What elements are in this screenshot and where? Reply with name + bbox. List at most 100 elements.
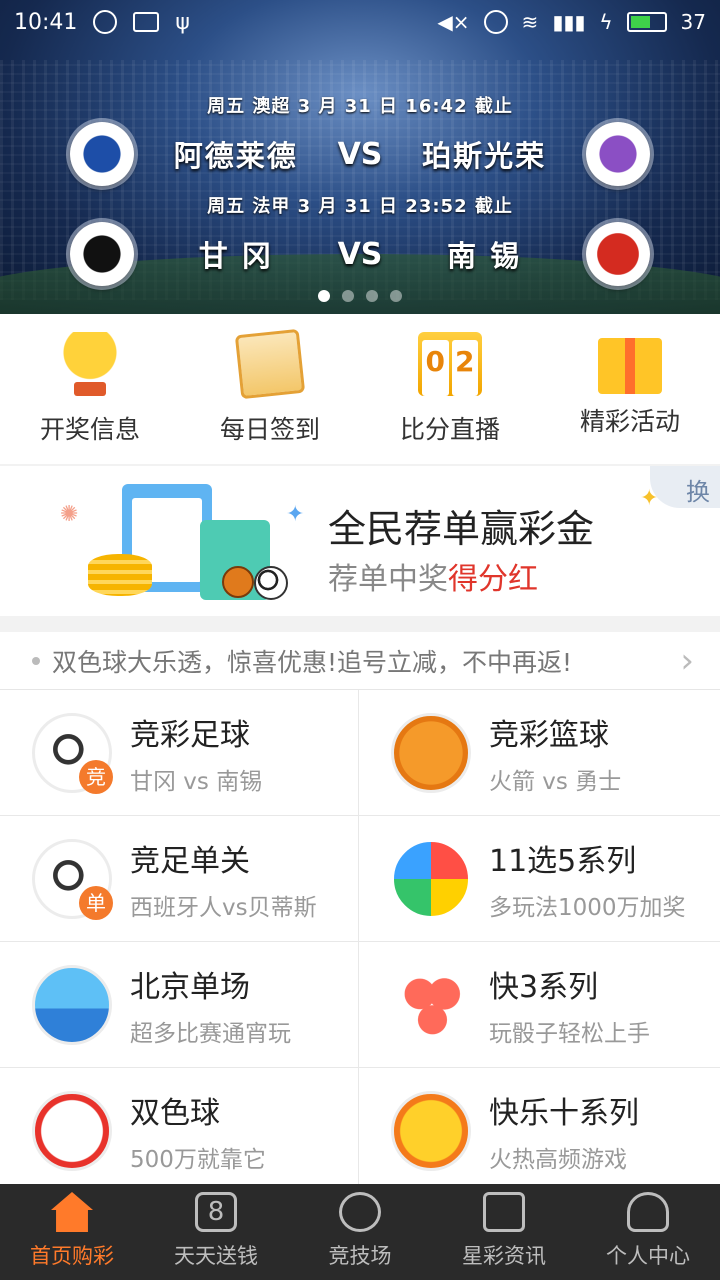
mute-icon: ◀× — [437, 10, 470, 34]
score-right: 2 — [451, 340, 478, 396]
status-bar: 10:41 ψ ◀× ≋ ▮▮▮ ϟ 37 — [0, 0, 720, 44]
user-icon — [627, 1192, 669, 1232]
lottery-subtitle: 玩骰子轻松上手 — [489, 1020, 650, 1047]
home-team: 阿德莱德 — [173, 139, 298, 173]
sign-in-icon — [234, 328, 306, 400]
match-info: 周五 澳超 3 月 31 日 16:42 截止 — [207, 96, 513, 117]
lottery-title: 竞彩篮球 — [489, 717, 609, 753]
image-notification-icon — [133, 12, 160, 32]
tab-profile[interactable]: 个人中心 — [576, 1184, 720, 1280]
adelaide-logo — [70, 122, 134, 186]
notice-bar[interactable]: 双色球大乐透，惊喜优惠!追号立减，不中再返! › — [0, 632, 720, 690]
promo-illustration: ✺ — [60, 484, 300, 604]
quick-item-label: 每日签到 — [219, 415, 320, 444]
quick-item-live-score[interactable]: 0 2 比分直播 — [360, 314, 540, 464]
battery-level: 37 — [680, 10, 706, 34]
coins-icon — [88, 554, 152, 596]
lottery-title: 快3系列 — [489, 969, 599, 1005]
swap-button[interactable]: 换 — [650, 466, 720, 508]
signal-icon: ▮▮▮ — [552, 10, 586, 34]
lottery-subtitle: 甘冈 vs 南锡 — [130, 768, 263, 795]
wifi-icon: ≋ — [521, 10, 539, 34]
away-team: 南 锡 — [447, 239, 522, 273]
lottery-item-11x5[interactable]: 11选5系列 多玩法1000万加奖 — [359, 816, 720, 942]
promo-subtitle-prefix: 荐单中奖 — [328, 562, 448, 597]
soccer-icon — [32, 712, 113, 794]
tab-news[interactable]: 星彩资讯 — [432, 1184, 576, 1280]
tab-label: 星彩资讯 — [462, 1244, 546, 1268]
tab-label: 天天送钱 — [174, 1244, 258, 1268]
news-icon — [483, 1192, 525, 1232]
lottery-title: 竞彩足球 — [130, 717, 250, 753]
bullet-icon — [32, 656, 40, 665]
promo-subtitle-highlight: 得分红 — [448, 562, 538, 597]
quick-item-draw-results[interactable]: 开奖信息 — [0, 314, 180, 464]
status-time: 10:41 — [14, 9, 78, 35]
lottery-item-bjdc[interactable]: 北京单场 超多比赛通宵玩 — [0, 942, 359, 1068]
quick-item-label: 比分直播 — [399, 415, 500, 444]
beijing-single-icon — [32, 964, 112, 1045]
lottery-title: 竞足单关 — [130, 843, 250, 879]
promo-subtitle: 荐单中奖得分红 — [328, 554, 538, 598]
lottery-item-ssq[interactable]: 双色球 500万就靠它 — [0, 1068, 359, 1194]
lottery-title: 11选5系列 — [489, 843, 637, 879]
carousel-dot[interactable] — [366, 290, 378, 302]
promo-banner[interactable]: ✺ ✦ ✦ 全民荐单赢彩金 荐单中奖得分红 换 — [0, 466, 720, 616]
basketball-icon — [222, 566, 254, 598]
lottery-item-kl10[interactable]: 快乐十系列 火热高频游戏 — [359, 1068, 720, 1194]
lottery-title: 快乐十系列 — [489, 1095, 639, 1131]
scoreboard-icon: 0 2 — [418, 332, 482, 396]
carousel-dot[interactable] — [342, 290, 354, 302]
quick-menu: 开奖信息 每日签到 0 2 比分直播 精彩活动 — [0, 314, 720, 464]
carousel-dots — [0, 290, 720, 302]
gift-icon — [598, 338, 662, 394]
lottery-subtitle: 火热高频游戏 — [489, 1146, 627, 1173]
tab-label: 首页购彩 — [30, 1244, 114, 1268]
lottery-subtitle: 500万就靠它 — [130, 1146, 266, 1173]
alarm-icon — [483, 10, 508, 34]
soccer-ball-icon — [254, 566, 288, 600]
match-card[interactable]: 周五 法甲 3 月 31 日 23:52 截止 甘 冈 VS 南 锡 — [70, 192, 650, 286]
check-circle-icon — [93, 10, 118, 34]
match-banner[interactable]: 10:41 ψ ◀× ≋ ▮▮▮ ϟ 37 周五 澳超 3 月 31 日 16:… — [0, 0, 720, 314]
home-icon — [51, 1192, 93, 1232]
carousel-dot[interactable] — [318, 290, 330, 302]
lottery-subtitle: 多玩法1000万加奖 — [489, 894, 686, 921]
lottery-subtitle: 西班牙人vs贝蒂斯 — [130, 894, 317, 921]
chevron-right-icon: › — [680, 640, 694, 681]
happy-ten-icon — [391, 1090, 471, 1171]
away-team: 珀斯光荣 — [422, 139, 547, 173]
lottery-item-k3[interactable]: 快3系列 玩骰子轻松上手 — [359, 942, 720, 1068]
promo-title: 全民荐单赢彩金 — [328, 507, 595, 551]
arena-icon — [339, 1192, 381, 1232]
match-card[interactable]: 周五 澳超 3 月 31 日 16:42 截止 阿德莱德 VS 珀斯光荣 — [70, 92, 650, 186]
quick-item-label: 开奖信息 — [39, 415, 140, 444]
sparkle-icon: ✦ — [286, 502, 305, 527]
notice-text: 双色球大乐透，惊喜优惠!追号立减，不中再返! — [52, 647, 573, 677]
lottery-item-jczq[interactable]: 竞彩足球 甘冈 vs 南锡 — [0, 690, 359, 816]
tab-daily-money[interactable]: 8 天天送钱 — [144, 1184, 288, 1280]
basketball-icon — [391, 712, 471, 793]
quick-item-daily-sign-in[interactable]: 每日签到 — [180, 314, 360, 464]
eleven-pick-five-icon — [391, 838, 471, 919]
daily-money-icon: 8 — [195, 1192, 237, 1232]
lottery-grid: 竞彩足球 甘冈 vs 南锡 竞彩篮球 火箭 vs 勇士 竞足单关 西班牙人vs贝… — [0, 690, 720, 1194]
double-color-ball-icon — [32, 1090, 112, 1171]
trophy-icon — [58, 332, 122, 396]
eag-logo — [70, 222, 134, 286]
carousel-dot[interactable] — [390, 290, 402, 302]
lottery-item-jclq[interactable]: 竞彩篮球 火箭 vs 勇士 — [359, 690, 720, 816]
tab-label: 个人中心 — [606, 1244, 690, 1268]
quick-item-activities[interactable]: 精彩活动 — [540, 314, 720, 464]
tab-home[interactable]: 首页购彩 — [0, 1184, 144, 1280]
bottom-tab-bar: 首页购彩 8 天天送钱 竞技场 星彩资讯 个人中心 — [0, 1184, 720, 1280]
vs-label: VS — [337, 136, 383, 172]
lottery-subtitle: 超多比赛通宵玩 — [130, 1020, 291, 1047]
quick-item-label: 精彩活动 — [579, 407, 680, 436]
lottery-item-jzdg[interactable]: 竞足单关 西班牙人vs贝蒂斯 — [0, 816, 359, 942]
fast-three-icon — [391, 964, 471, 1045]
charging-icon: ϟ — [599, 10, 613, 34]
soccer-single-icon — [32, 838, 113, 920]
tab-arena[interactable]: 竞技场 — [288, 1184, 432, 1280]
lottery-subtitle: 火箭 vs 勇士 — [489, 768, 622, 795]
